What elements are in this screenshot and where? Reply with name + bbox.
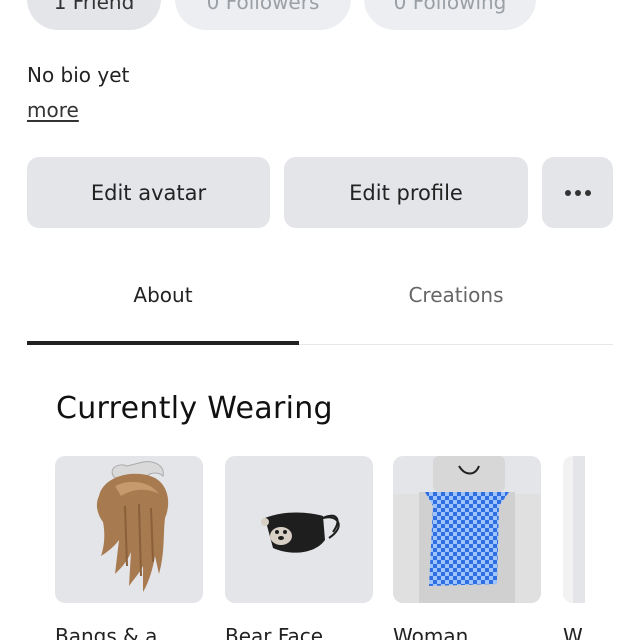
item-image (563, 456, 573, 603)
wearing-item-name: W (563, 624, 583, 640)
wearing-item-name: Bangs & a (55, 624, 158, 640)
wearing-carousel[interactable]: Bangs & a Bear Face Woman W (0, 0, 585, 640)
bear-face-mask-image (261, 512, 340, 553)
wearing-item-card[interactable] (225, 456, 373, 603)
wearing-item-card[interactable] (393, 456, 541, 603)
wearing-item-name: Bear Face (225, 624, 324, 640)
hair-accessory-image (96, 461, 169, 592)
wearing-item-card[interactable] (55, 456, 203, 603)
wearing-item-name: Woman (393, 624, 469, 640)
wearing-item-card[interactable] (563, 456, 585, 603)
woman-torso-image (393, 456, 541, 603)
